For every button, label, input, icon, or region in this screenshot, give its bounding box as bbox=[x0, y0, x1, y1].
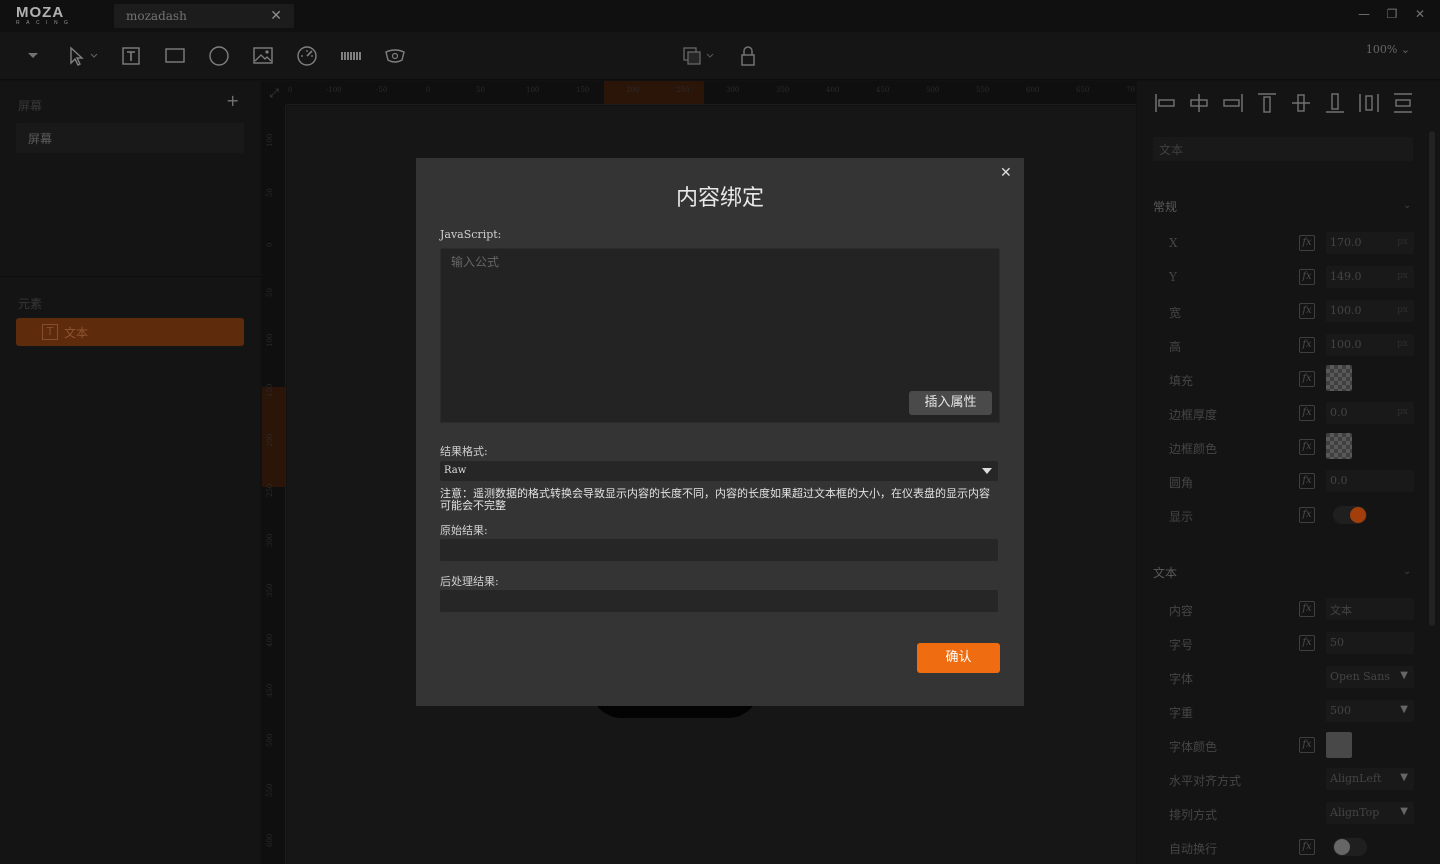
format-label: 结果格式: bbox=[440, 445, 488, 458]
format-dropdown-icon bbox=[982, 468, 992, 474]
post-result-field bbox=[440, 590, 998, 612]
raw-result-field bbox=[440, 539, 998, 561]
confirm-button[interactable]: 确认 bbox=[917, 643, 1000, 673]
content-binding-dialog: 内容绑定 ✕ JavaScript: 输入公式 插入属性 结果格式: Raw 注… bbox=[416, 158, 1024, 706]
format-select[interactable]: Raw bbox=[440, 461, 998, 481]
js-label: JavaScript: bbox=[440, 228, 502, 241]
dialog-close-icon[interactable]: ✕ bbox=[1000, 165, 1012, 181]
insert-attribute-button[interactable]: 插入属性 bbox=[909, 391, 992, 415]
dialog-title: 内容绑定 bbox=[675, 186, 764, 211]
post-result-label: 后处理结果: bbox=[440, 575, 499, 588]
format-note: 注意：遥测数据的格式转换会导致显示内容的长度不同，内容的长度如果超过文本框的大小… bbox=[440, 487, 990, 512]
raw-result-label: 原始结果: bbox=[440, 524, 488, 537]
js-placeholder: 输入公式 bbox=[451, 255, 500, 269]
format-value: Raw bbox=[444, 465, 467, 476]
